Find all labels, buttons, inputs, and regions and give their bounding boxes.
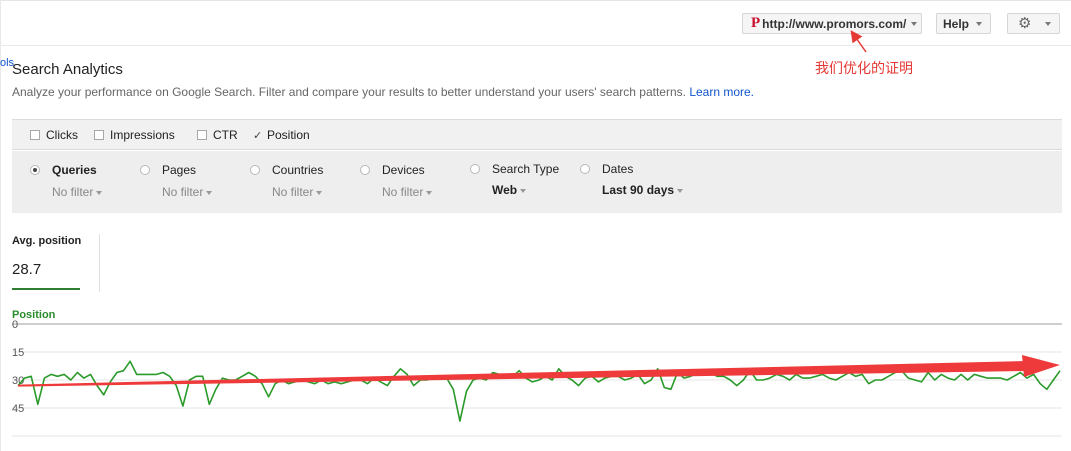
y-tick-label: 45 — [12, 403, 24, 415]
chevron-down-icon — [96, 190, 103, 195]
top-border — [0, 0, 1071, 1]
summary-value: 28.7 — [12, 261, 42, 278]
site-url-label: http://www.promors.com/ — [762, 16, 907, 31]
chevron-down-icon — [520, 188, 527, 193]
radio-button[interactable] — [360, 165, 370, 175]
filter-label: Dates — [602, 162, 634, 176]
annotation-text: 我们优化的证明 — [815, 60, 913, 76]
trend-arrow-head — [1022, 355, 1060, 377]
filter-value-dropdown[interactable]: No filter — [382, 185, 433, 199]
metric-toggle-impressions[interactable]: Impressions — [94, 128, 175, 142]
metric-label: Clicks — [46, 128, 78, 142]
page-subtitle: Analyze your performance on Google Searc… — [12, 85, 754, 99]
metric-toggle-position[interactable]: ✓ Position — [253, 128, 310, 142]
gear-icon: ⚙ — [1018, 15, 1032, 32]
chevron-down-icon — [677, 188, 684, 193]
subtitle-text: Analyze your performance on Google Searc… — [12, 85, 686, 99]
chevron-down-icon — [316, 190, 323, 195]
filter-panel: Queries No filter Pages No filter Countr… — [12, 151, 1062, 213]
filter-value-dropdown[interactable]: No filter — [52, 185, 103, 199]
annotation-arrow — [850, 30, 867, 53]
radio-button[interactable] — [140, 165, 150, 175]
checkbox[interactable] — [30, 130, 40, 140]
filter-value-dropdown[interactable]: No filter — [272, 185, 323, 199]
radio-button[interactable] — [250, 165, 260, 175]
filter-search-type[interactable]: Search Type Web — [470, 162, 559, 197]
summary-divider — [99, 234, 100, 292]
checkbox[interactable] — [197, 130, 207, 140]
metric-label: Position — [267, 128, 310, 142]
filter-countries[interactable]: Countries No filter — [250, 163, 323, 199]
filter-value-dropdown[interactable]: Web — [492, 183, 559, 197]
filter-value-dropdown[interactable]: No filter — [162, 185, 213, 199]
metric-toggle-clicks[interactable]: Clicks — [30, 128, 78, 142]
chevron-down-icon — [911, 21, 918, 26]
checkmark-icon[interactable]: ✓ — [253, 129, 263, 142]
filter-label: Search Type — [492, 162, 560, 176]
position-chart: 0153045 — [12, 319, 1062, 437]
filter-label: Pages — [162, 163, 197, 177]
metric-toggle-bar: Clicks Impressions CTR ✓ Position — [12, 119, 1062, 150]
chevron-down-icon — [426, 190, 433, 195]
y-tick-label: 0 — [12, 319, 18, 331]
summary-label: Avg. position — [12, 235, 82, 247]
filter-dates[interactable]: Dates Last 90 days — [580, 162, 684, 197]
filter-label: Queries — [52, 163, 97, 177]
metric-toggle-ctr[interactable]: CTR — [197, 128, 238, 142]
learn-more-link[interactable]: Learn more. — [689, 85, 754, 99]
site-selector-button[interactable]: P http://www.promors.com/ — [742, 13, 922, 34]
chevron-down-icon — [1045, 21, 1052, 26]
chevron-down-icon — [206, 190, 213, 195]
filter-value-dropdown[interactable]: Last 90 days — [602, 183, 684, 197]
settings-button[interactable]: ⚙ — [1007, 13, 1060, 34]
radio-button[interactable] — [30, 165, 40, 175]
filter-label: Devices — [382, 163, 425, 177]
metric-label: CTR — [213, 128, 238, 142]
header-divider — [0, 45, 1071, 46]
help-label: Help — [943, 16, 970, 31]
summary-underline — [12, 288, 80, 290]
y-tick-label: 15 — [12, 347, 24, 359]
help-button[interactable]: Help — [936, 13, 991, 34]
trend-arrow-shaft — [18, 361, 1028, 387]
chevron-down-icon — [976, 21, 983, 26]
radio-button[interactable] — [580, 164, 590, 174]
filter-label: Countries — [272, 163, 324, 177]
page-title: Search Analytics — [12, 61, 123, 78]
filter-pages[interactable]: Pages No filter — [140, 163, 213, 199]
filter-devices[interactable]: Devices No filter — [360, 163, 433, 199]
checkbox[interactable] — [94, 130, 104, 140]
radio-button[interactable] — [470, 164, 480, 174]
metric-label: Impressions — [110, 128, 175, 142]
filter-queries[interactable]: Queries No filter — [30, 163, 103, 199]
site-logo-icon: P — [751, 15, 761, 31]
